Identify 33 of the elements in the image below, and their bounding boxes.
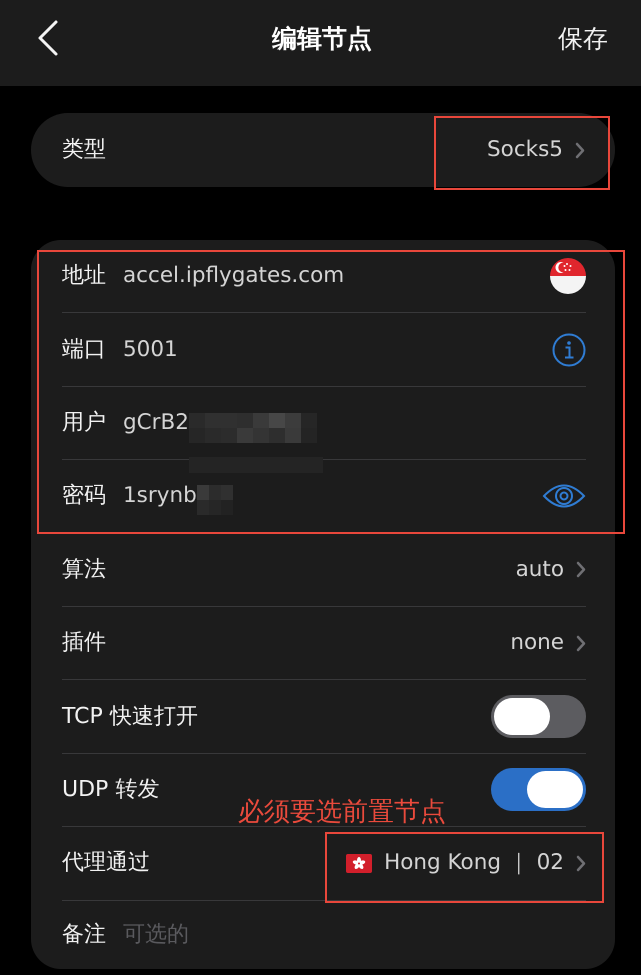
chevron-icon: [576, 854, 586, 872]
address-field[interactable]: accel.ipflygates.com: [123, 263, 344, 290]
password-field[interactable]: 1srynb: [123, 483, 197, 510]
field-label: 算法: [62, 556, 106, 584]
type-picker[interactable]: Socks5: [487, 137, 585, 163]
save-button[interactable]: 保存: [558, 22, 608, 54]
field-label: 用户: [62, 408, 106, 437]
toggle-switch[interactable]: [491, 695, 586, 738]
flag-icon: [346, 854, 372, 873]
field-label: 端口: [62, 336, 106, 364]
field-label: 备注: [62, 920, 106, 949]
page-title: 编辑节点: [272, 22, 372, 54]
port-field[interactable]: 5001: [123, 336, 178, 363]
proxy-node-picker[interactable]: Hong Kong ｜ 02: [346, 850, 586, 876]
option-picker[interactable]: none: [510, 630, 586, 656]
field-label: TCP 快速打开: [62, 702, 198, 731]
username-field[interactable]: gCrB2: [123, 410, 189, 436]
flag-icon: [550, 258, 586, 294]
chevron-icon: [576, 634, 586, 652]
option-picker[interactable]: auto: [516, 556, 586, 583]
remark-field[interactable]: 可选的: [123, 920, 323, 949]
field-label: 地址: [62, 262, 106, 290]
chevron-icon: [575, 142, 585, 158]
field-label: 密码: [62, 482, 106, 510]
back-icon[interactable]: [36, 19, 60, 57]
toggle-switch[interactable]: [491, 768, 586, 812]
field-label: 类型: [62, 136, 106, 164]
chevron-icon: [576, 561, 586, 578]
field-label: 代理通过: [62, 849, 150, 878]
info-icon[interactable]: [552, 332, 586, 367]
field-label: UDP 转发: [62, 776, 160, 804]
annotation-text: 必须要选前置节点: [238, 797, 446, 828]
field-label: 插件: [62, 629, 106, 658]
